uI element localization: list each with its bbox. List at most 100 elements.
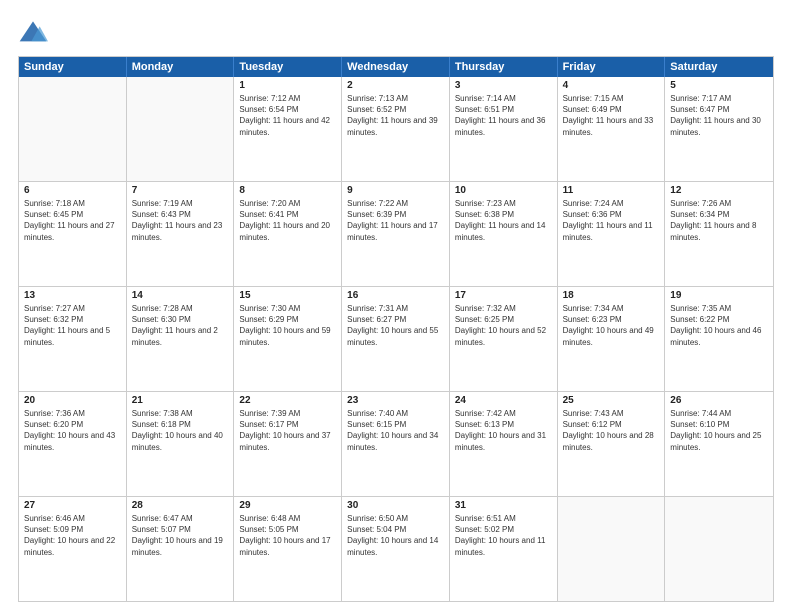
day-info: Sunrise: 7:24 AM Sunset: 6:36 PM Dayligh… — [563, 198, 660, 243]
day-8: 8Sunrise: 7:20 AM Sunset: 6:41 PM Daylig… — [234, 182, 342, 286]
day-2: 2 Sunrise: 7:13 AM Sunset: 6:52 PM Daylig… — [342, 77, 450, 181]
day-info: Sunrise: 7:32 AM Sunset: 6:25 PM Dayligh… — [455, 303, 552, 348]
day-number: 22 — [239, 395, 336, 406]
day-info: Sunrise: 6:48 AM Sunset: 5:05 PM Dayligh… — [239, 513, 336, 558]
day-14: 14 Sunrise: 7:28 AM Sunset: 6:30 PM Dayli… — [127, 287, 235, 391]
day-number: 21 — [132, 395, 229, 406]
calendar: SundayMondayTuesdayWednesdayThursdayFrid… — [18, 56, 774, 602]
day-number: 25 — [563, 395, 660, 406]
empty-cell — [665, 497, 773, 601]
day-info: Sunrise: 7:35 AM Sunset: 6:22 PM Dayligh… — [670, 303, 768, 348]
day-9: 9Sunrise: 7:22 AM Sunset: 6:39 PM Daylig… — [342, 182, 450, 286]
day-info: Sunrise: 7:30 AM Sunset: 6:29 PM Dayligh… — [239, 303, 336, 348]
day-info: Sunrise: 7:22 AM Sunset: 6:39 PM Dayligh… — [347, 198, 444, 243]
header-day-tuesday: Tuesday — [234, 57, 342, 77]
day-number: 2 — [347, 80, 444, 91]
page: SundayMondayTuesdayWednesdayThursdayFrid… — [0, 0, 792, 612]
day-number: 30 — [347, 500, 444, 511]
day-15: 15 Sunrise: 7:30 AM Sunset: 6:29 PM Dayli… — [234, 287, 342, 391]
day-23: 23 Sunrise: 7:40 AM Sunset: 6:15 PM Dayli… — [342, 392, 450, 496]
day-number: 13 — [24, 290, 121, 301]
day-5: 5Sunrise: 7:17 AM Sunset: 6:47 PM Daylig… — [665, 77, 773, 181]
day-26: 26Sunrise: 7:44 AM Sunset: 6:10 PM Dayli… — [665, 392, 773, 496]
day-number: 15 — [239, 290, 336, 301]
day-info: Sunrise: 7:13 AM Sunset: 6:52 PM Dayligh… — [347, 93, 444, 138]
day-info: Sunrise: 7:12 AM Sunset: 6:54 PM Dayligh… — [239, 93, 336, 138]
day-number: 18 — [563, 290, 660, 301]
day-13: 13Sunrise: 7:27 AM Sunset: 6:32 PM Dayli… — [19, 287, 127, 391]
day-info: Sunrise: 7:39 AM Sunset: 6:17 PM Dayligh… — [239, 408, 336, 453]
day-info: Sunrise: 7:31 AM Sunset: 6:27 PM Dayligh… — [347, 303, 444, 348]
day-number: 26 — [670, 395, 768, 406]
day-info: Sunrise: 7:26 AM Sunset: 6:34 PM Dayligh… — [670, 198, 768, 243]
day-12: 12Sunrise: 7:26 AM Sunset: 6:34 PM Dayli… — [665, 182, 773, 286]
day-info: Sunrise: 7:42 AM Sunset: 6:13 PM Dayligh… — [455, 408, 552, 453]
day-21: 21 Sunrise: 7:38 AM Sunset: 6:18 PM Dayli… — [127, 392, 235, 496]
day-info: Sunrise: 7:17 AM Sunset: 6:47 PM Dayligh… — [670, 93, 768, 138]
day-info: Sunrise: 7:38 AM Sunset: 6:18 PM Dayligh… — [132, 408, 229, 453]
header-day-wednesday: Wednesday — [342, 57, 450, 77]
day-27: 27 Sunrise: 6:46 AM Sunset: 5:09 PM Dayli… — [19, 497, 127, 601]
day-info: Sunrise: 6:50 AM Sunset: 5:04 PM Dayligh… — [347, 513, 444, 558]
day-number: 3 — [455, 80, 552, 91]
day-number: 10 — [455, 185, 552, 196]
day-30: 30 Sunrise: 6:50 AM Sunset: 5:04 PM Dayli… — [342, 497, 450, 601]
day-25: 25 Sunrise: 7:43 AM Sunset: 6:12 PM Dayli… — [558, 392, 666, 496]
day-6: 6Sunrise: 7:18 AM Sunset: 6:45 PM Daylig… — [19, 182, 127, 286]
calendar-week-1: 1 Sunrise: 7:12 AM Sunset: 6:54 PM Daylig… — [19, 77, 773, 181]
day-number: 28 — [132, 500, 229, 511]
day-22: 22 Sunrise: 7:39 AM Sunset: 6:17 PM Dayli… — [234, 392, 342, 496]
day-info: Sunrise: 7:36 AM Sunset: 6:20 PM Dayligh… — [24, 408, 121, 453]
day-number: 4 — [563, 80, 660, 91]
header — [18, 18, 774, 48]
day-info: Sunrise: 6:46 AM Sunset: 5:09 PM Dayligh… — [24, 513, 121, 558]
day-number: 24 — [455, 395, 552, 406]
day-info: Sunrise: 7:40 AM Sunset: 6:15 PM Dayligh… — [347, 408, 444, 453]
day-info: Sunrise: 7:28 AM Sunset: 6:30 PM Dayligh… — [132, 303, 229, 348]
calendar-week-2: 6Sunrise: 7:18 AM Sunset: 6:45 PM Daylig… — [19, 181, 773, 286]
day-info: Sunrise: 7:14 AM Sunset: 6:51 PM Dayligh… — [455, 93, 552, 138]
header-day-sunday: Sunday — [19, 57, 127, 77]
day-number: 19 — [670, 290, 768, 301]
logo — [18, 18, 52, 48]
header-day-saturday: Saturday — [665, 57, 773, 77]
day-info: Sunrise: 7:15 AM Sunset: 6:49 PM Dayligh… — [563, 93, 660, 138]
day-info: Sunrise: 7:20 AM Sunset: 6:41 PM Dayligh… — [239, 198, 336, 243]
day-info: Sunrise: 7:34 AM Sunset: 6:23 PM Dayligh… — [563, 303, 660, 348]
day-number: 17 — [455, 290, 552, 301]
empty-cell — [558, 497, 666, 601]
calendar-week-5: 27 Sunrise: 6:46 AM Sunset: 5:09 PM Dayli… — [19, 496, 773, 601]
calendar-week-3: 13Sunrise: 7:27 AM Sunset: 6:32 PM Dayli… — [19, 286, 773, 391]
day-number: 31 — [455, 500, 552, 511]
day-number: 16 — [347, 290, 444, 301]
day-10: 10 Sunrise: 7:23 AM Sunset: 6:38 PM Dayli… — [450, 182, 558, 286]
day-number: 23 — [347, 395, 444, 406]
header-day-thursday: Thursday — [450, 57, 558, 77]
header-day-monday: Monday — [127, 57, 235, 77]
day-1: 1 Sunrise: 7:12 AM Sunset: 6:54 PM Daylig… — [234, 77, 342, 181]
day-11: 11Sunrise: 7:24 AM Sunset: 6:36 PM Dayli… — [558, 182, 666, 286]
day-info: Sunrise: 7:19 AM Sunset: 6:43 PM Dayligh… — [132, 198, 229, 243]
day-info: Sunrise: 7:23 AM Sunset: 6:38 PM Dayligh… — [455, 198, 552, 243]
day-number: 20 — [24, 395, 121, 406]
day-number: 27 — [24, 500, 121, 511]
day-24: 24 Sunrise: 7:42 AM Sunset: 6:13 PM Dayli… — [450, 392, 558, 496]
day-16: 16 Sunrise: 7:31 AM Sunset: 6:27 PM Dayli… — [342, 287, 450, 391]
header-day-friday: Friday — [558, 57, 666, 77]
day-info: Sunrise: 7:18 AM Sunset: 6:45 PM Dayligh… — [24, 198, 121, 243]
logo-icon — [18, 18, 48, 48]
day-info: Sunrise: 6:47 AM Sunset: 5:07 PM Dayligh… — [132, 513, 229, 558]
day-7: 7 Sunrise: 7:19 AM Sunset: 6:43 PM Daylig… — [127, 182, 235, 286]
day-number: 7 — [132, 185, 229, 196]
day-number: 1 — [239, 80, 336, 91]
day-number: 29 — [239, 500, 336, 511]
day-info: Sunrise: 7:43 AM Sunset: 6:12 PM Dayligh… — [563, 408, 660, 453]
day-19: 19 Sunrise: 7:35 AM Sunset: 6:22 PM Dayli… — [665, 287, 773, 391]
day-number: 14 — [132, 290, 229, 301]
calendar-week-4: 20 Sunrise: 7:36 AM Sunset: 6:20 PM Dayli… — [19, 391, 773, 496]
day-29: 29 Sunrise: 6:48 AM Sunset: 5:05 PM Dayli… — [234, 497, 342, 601]
day-4: 4 Sunrise: 7:15 AM Sunset: 6:49 PM Daylig… — [558, 77, 666, 181]
day-20: 20 Sunrise: 7:36 AM Sunset: 6:20 PM Dayli… — [19, 392, 127, 496]
empty-cell — [19, 77, 127, 181]
day-3: 3 Sunrise: 7:14 AM Sunset: 6:51 PM Daylig… — [450, 77, 558, 181]
